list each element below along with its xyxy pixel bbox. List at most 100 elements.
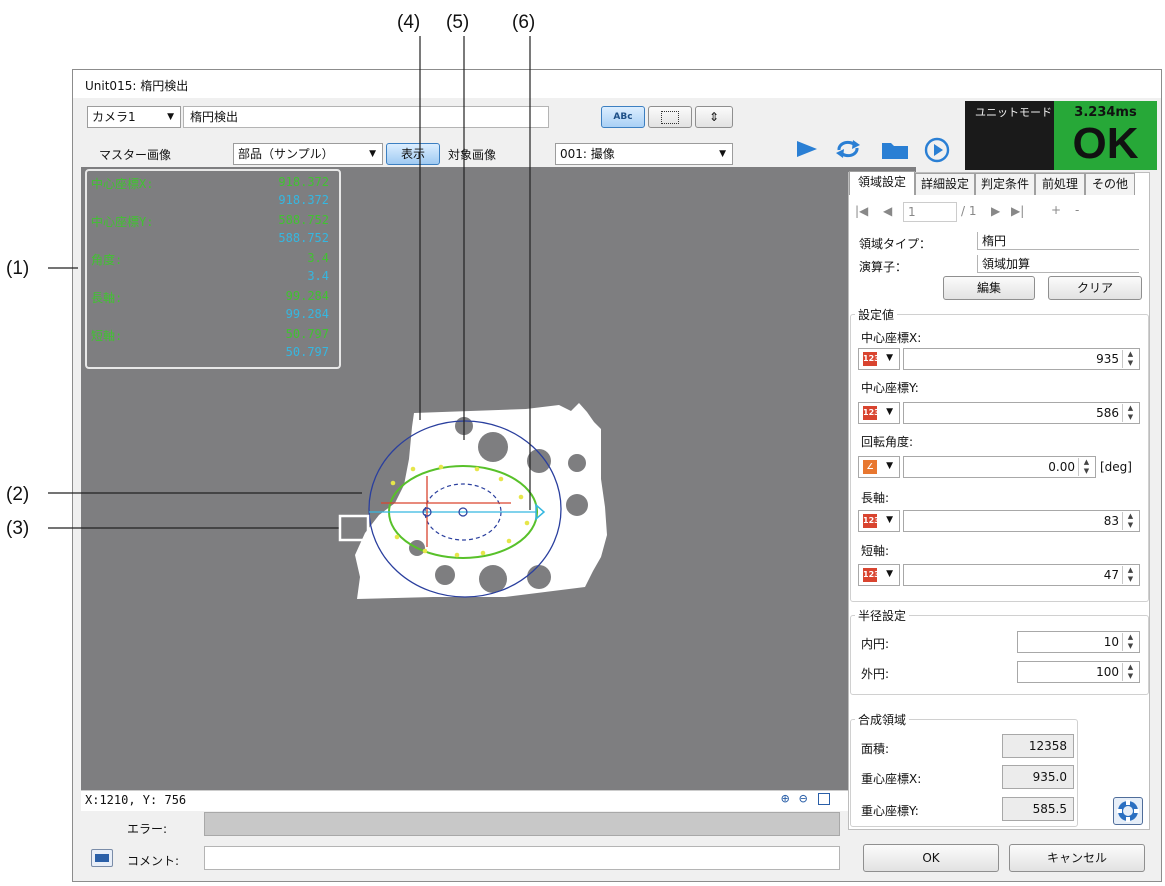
region-index-field[interactable]: 1 bbox=[903, 202, 957, 222]
readout-value-secondary: 50.797 bbox=[285, 345, 329, 359]
ok-label: OK bbox=[922, 851, 940, 865]
center-y-mode-picker[interactable]: 123 ▼ bbox=[858, 402, 900, 424]
zoom-out-icon[interactable]: ⊖ bbox=[799, 791, 807, 807]
chevron-down-icon: ▼ bbox=[886, 461, 893, 471]
master-image-value: 部品（サンプル） bbox=[238, 147, 334, 161]
align-view-button[interactable]: ⇕ bbox=[695, 106, 733, 128]
folder-icon bbox=[882, 143, 908, 159]
outer-radius-input[interactable]: 100 ▲ ▼ bbox=[1017, 661, 1140, 683]
error-field bbox=[204, 812, 840, 836]
numeric-icon: 123 bbox=[863, 568, 880, 582]
callout-1: (1) bbox=[6, 258, 30, 279]
region-type-value: 楕円 bbox=[977, 232, 1139, 250]
operator-label: 演算子： bbox=[859, 260, 908, 274]
area-label: 面積: bbox=[861, 742, 890, 756]
run-button[interactable] bbox=[793, 136, 821, 162]
settings-group-title: 設定値 bbox=[855, 306, 898, 323]
abc-view-button[interactable]: ABc bbox=[601, 106, 645, 128]
spinner-icon[interactable]: ▲ ▼ bbox=[1122, 633, 1138, 651]
numeric-icon: 123 bbox=[863, 406, 880, 420]
inner-radius-input[interactable]: 10 ▲ ▼ bbox=[1017, 631, 1140, 653]
add-region-button[interactable]: + bbox=[1051, 203, 1061, 217]
unit-name-input[interactable]: 楕円検出 bbox=[183, 106, 549, 128]
folder-button[interactable] bbox=[879, 136, 911, 162]
help-button[interactable] bbox=[1113, 797, 1143, 825]
play-circle-button[interactable] bbox=[923, 136, 951, 164]
keyboard-button[interactable] bbox=[91, 849, 113, 867]
readout-row-minor: 短軸: 50.797 50.797 bbox=[91, 327, 329, 359]
readout-label: 角度: bbox=[91, 253, 123, 267]
center-y-input[interactable]: 586 ▲ ▼ bbox=[903, 402, 1140, 424]
edit-label: 編集 bbox=[976, 281, 1001, 295]
tab-judgement[interactable]: 判定条件 bbox=[975, 173, 1035, 195]
unit-status: ユニットモード 3.234ms OK bbox=[965, 101, 1157, 170]
result-panel: 3.234ms OK bbox=[1054, 101, 1157, 170]
first-icon[interactable]: |◀ bbox=[855, 204, 868, 218]
next-icon[interactable]: ▶ bbox=[991, 204, 1000, 218]
readout-value: 50.797 bbox=[285, 327, 329, 341]
spinner-icon[interactable]: ▲ ▼ bbox=[1122, 404, 1138, 422]
tab-region[interactable]: 領域設定 bbox=[849, 171, 915, 195]
remove-region-button[interactable]: - bbox=[1075, 203, 1079, 217]
outer-radius-value: 100 bbox=[1096, 665, 1119, 679]
camera-select[interactable]: カメラ1 ▼ bbox=[87, 106, 181, 128]
ok-button[interactable]: OK bbox=[863, 844, 999, 872]
error-label: エラー: bbox=[127, 822, 168, 836]
center-x-input[interactable]: 935 ▲ ▼ bbox=[903, 348, 1140, 370]
major-axis-input[interactable]: 83 ▲ ▼ bbox=[903, 510, 1140, 532]
minor-axis-input[interactable]: 47 ▲ ▼ bbox=[903, 564, 1140, 586]
clear-button[interactable]: クリア bbox=[1048, 276, 1142, 300]
minor-axis-mode-picker[interactable]: 123 ▼ bbox=[858, 564, 900, 586]
callout-3: (3) bbox=[6, 518, 30, 539]
comment-input[interactable] bbox=[204, 846, 840, 870]
inner-radius-value: 10 bbox=[1103, 635, 1119, 649]
rotation-mode-picker[interactable]: ∠ ▼ bbox=[858, 456, 900, 478]
tab-other[interactable]: その他 bbox=[1085, 173, 1135, 195]
spinner-icon[interactable]: ▲ ▼ bbox=[1122, 663, 1138, 681]
result-text: OK bbox=[1072, 119, 1139, 168]
region-view-button[interactable] bbox=[648, 106, 692, 128]
rotation-unit: [deg] bbox=[1100, 460, 1132, 474]
lifebuoy-icon bbox=[1117, 800, 1139, 822]
show-button[interactable]: 表示 bbox=[386, 143, 440, 165]
tab-detail[interactable]: 詳細設定 bbox=[915, 173, 975, 195]
major-axis-mode-picker[interactable]: 123 ▼ bbox=[858, 510, 900, 532]
numeric-icon: 123 bbox=[863, 514, 880, 528]
fit-icon[interactable] bbox=[818, 793, 830, 805]
keyboard-icon bbox=[95, 854, 109, 862]
center-y-value: 586 bbox=[1096, 406, 1119, 420]
align-view-icon: ⇕ bbox=[708, 110, 720, 124]
spinner-icon[interactable]: ▲ ▼ bbox=[1122, 350, 1138, 368]
title-bar: Unit015: 楕円検出 bbox=[73, 70, 1161, 98]
readout-row-center-y: 中心座標Y: 588.752 588.752 bbox=[91, 213, 329, 245]
major-axis-value: 83 bbox=[1103, 514, 1119, 528]
radius-group-title: 半径設定 bbox=[855, 607, 910, 624]
target-image-label: 対象画像 bbox=[448, 148, 497, 162]
minor-axis-value: 47 bbox=[1103, 568, 1119, 582]
tab-preprocess[interactable]: 前処理 bbox=[1035, 173, 1085, 195]
edit-button[interactable]: 編集 bbox=[943, 276, 1035, 300]
prev-icon[interactable]: ◀ bbox=[883, 204, 892, 218]
readout-label: 中心座標X: bbox=[91, 177, 154, 191]
chevron-down-icon: ▼ bbox=[719, 149, 726, 159]
readout-value-secondary: 918.372 bbox=[278, 193, 329, 207]
process-time: 3.234ms bbox=[1074, 105, 1137, 120]
spinner-icon[interactable]: ▲ ▼ bbox=[1122, 512, 1138, 530]
spinner-icon[interactable]: ▲ ▼ bbox=[1078, 458, 1094, 476]
readout-row-angle: 角度: 3.4 3.4 bbox=[91, 251, 329, 283]
callout-6: (6) bbox=[512, 12, 536, 33]
clear-label: クリア bbox=[1076, 281, 1113, 295]
spinner-icon[interactable]: ▲ ▼ bbox=[1122, 566, 1138, 584]
image-canvas[interactable]: 中心座標X: 918.372 918.372 中心座標Y: 588.752 58… bbox=[81, 167, 916, 790]
rotation-input[interactable]: 0.00 ▲ ▼ bbox=[903, 456, 1096, 478]
centroid-x-label: 重心座標X: bbox=[861, 772, 922, 786]
zoom-in-icon[interactable]: ⊕ bbox=[781, 791, 789, 807]
target-image-select[interactable]: 001: 撮像 ▼ bbox=[555, 143, 733, 165]
center-x-mode-picker[interactable]: 123 ▼ bbox=[858, 348, 900, 370]
repeat-button[interactable] bbox=[833, 136, 863, 162]
callout-5: (5) bbox=[446, 12, 470, 33]
cancel-button[interactable]: キャンセル bbox=[1009, 844, 1145, 872]
master-image-select[interactable]: 部品（サンプル） ▼ bbox=[233, 143, 383, 165]
canvas-status-bar: X:1210, Y: 756 ⊕ ⊖ bbox=[81, 790, 916, 811]
last-icon[interactable]: ▶| bbox=[1011, 204, 1024, 218]
